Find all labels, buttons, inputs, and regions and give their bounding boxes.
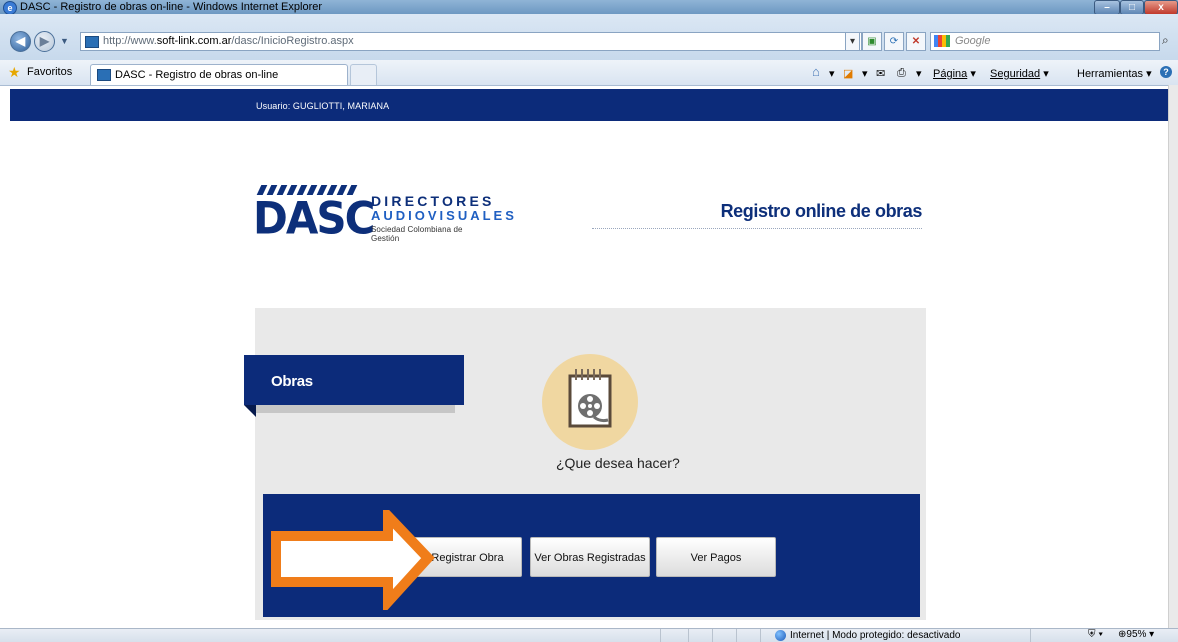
stop-icon[interactable]: ✕ bbox=[906, 32, 926, 51]
dasc-logo: DASC DIRECTORES AUDIOVISUALES Sociedad C… bbox=[253, 184, 514, 250]
logo-line-3: Sociedad Colombiana de Gestión bbox=[371, 225, 463, 243]
tab-title: DASC - Registro de obras on-line bbox=[115, 69, 279, 81]
tools-menu[interactable]: Herramientas ▾ bbox=[1077, 67, 1152, 80]
status-bar: Internet | Modo protegido: desactivado ⛨… bbox=[0, 628, 1178, 642]
page-title: Registro online de obras bbox=[720, 201, 923, 221]
favorites-button[interactable]: Favoritos bbox=[27, 66, 72, 78]
status-separator bbox=[660, 629, 661, 642]
section-tab-label: Obras bbox=[271, 373, 313, 390]
protected-mode-icon[interactable]: ⛨ ▾ bbox=[1088, 629, 1103, 640]
browser-tab[interactable]: DASC - Registro de obras on-line bbox=[90, 64, 348, 85]
internet-zone-icon bbox=[775, 630, 786, 641]
ie-logo-icon: e bbox=[3, 1, 17, 15]
zoom-control[interactable]: ⊕95% ▾ bbox=[1118, 629, 1154, 640]
mail-icon[interactable]: ✉ bbox=[876, 67, 885, 80]
favorites-star-icon[interactable]: ★ bbox=[8, 65, 21, 79]
navigation-toolbar: ◀ ▶ ▼ http://www.soft-link.com.ar/dasc/I… bbox=[0, 14, 1178, 60]
user-label: Usuario: GUGLIOTTI, MARIANA bbox=[256, 101, 390, 111]
maximize-button[interactable]: □ bbox=[1120, 0, 1144, 15]
vertical-scrollbar[interactable] bbox=[1168, 85, 1178, 628]
print-icon[interactable]: ⎙ bbox=[897, 67, 906, 80]
orange-arrow-icon bbox=[271, 510, 435, 610]
refresh-icon[interactable]: ⟳ bbox=[884, 32, 904, 51]
new-tab-button[interactable] bbox=[350, 64, 377, 85]
back-icon[interactable]: ◀ bbox=[10, 31, 31, 52]
security-zone-text[interactable]: Internet | Modo protegido: desactivado bbox=[790, 630, 960, 642]
address-bar[interactable]: http://www.soft-link.com.ar/dasc/InicioR… bbox=[80, 32, 862, 51]
tab-favicon-icon bbox=[97, 69, 111, 81]
feeds-dropdown-icon[interactable]: ▾ bbox=[862, 67, 868, 80]
favorites-bar: ★ Favoritos DASC - Registro de obras on-… bbox=[0, 60, 1178, 86]
action-prompt: ¿Que desea hacer? bbox=[556, 455, 680, 471]
logo-line-2: AUDIOVISUALES bbox=[371, 208, 517, 223]
view-registered-works-button[interactable]: Ver Obras Registradas bbox=[530, 537, 650, 577]
address-dropdown-icon[interactable]: ▾ bbox=[845, 32, 860, 51]
search-placeholder: Google bbox=[955, 35, 991, 47]
window-title-bar[interactable]: e DASC - Registro de obras on-line - Win… bbox=[0, 0, 1178, 15]
help-icon[interactable]: ? bbox=[1160, 66, 1172, 78]
user-header-bar: Usuario: GUGLIOTTI, MARIANA bbox=[10, 89, 1168, 121]
logo-line-1: DIRECTORES bbox=[371, 193, 495, 209]
section-tab-obras: Obras bbox=[244, 355, 464, 405]
google-logo-icon bbox=[934, 35, 950, 47]
close-button[interactable]: x bbox=[1144, 0, 1178, 15]
film-notebook-icon bbox=[542, 354, 638, 450]
search-input[interactable]: Google bbox=[930, 32, 1160, 51]
home-dropdown-icon[interactable]: ▾ bbox=[829, 67, 835, 80]
title-divider bbox=[592, 228, 922, 229]
status-separator bbox=[712, 629, 713, 642]
home-icon[interactable]: ⌂ bbox=[812, 64, 820, 79]
history-dropdown-icon[interactable]: ▼ bbox=[60, 36, 69, 46]
view-payments-button[interactable]: Ver Pagos bbox=[656, 537, 776, 577]
zoom-level: 95% bbox=[1126, 629, 1147, 640]
status-separator bbox=[1030, 629, 1031, 642]
status-separator bbox=[736, 629, 737, 642]
compatibility-view-icon[interactable]: ▣ bbox=[862, 32, 882, 51]
feeds-icon[interactable]: ◪ bbox=[843, 67, 853, 80]
logo-wordmark: DASC bbox=[253, 192, 375, 245]
section-tab-fold bbox=[244, 405, 256, 417]
page-menu[interactable]: Página ▾ bbox=[933, 67, 976, 80]
window-title: DASC - Registro de obras on-line - Windo… bbox=[20, 1, 323, 13]
url-text[interactable]: http://www.soft-link.com.ar/dasc/InicioR… bbox=[103, 33, 354, 50]
status-separator bbox=[760, 629, 761, 642]
status-separator bbox=[688, 629, 689, 642]
safety-menu[interactable]: Seguridad ▾ bbox=[990, 67, 1049, 80]
forward-icon[interactable]: ▶ bbox=[34, 31, 55, 52]
site-favicon-icon bbox=[85, 36, 99, 48]
print-dropdown-icon[interactable]: ▾ bbox=[916, 67, 922, 80]
minimize-button[interactable]: – bbox=[1094, 0, 1120, 15]
search-icon[interactable]: ⌕ bbox=[1162, 33, 1169, 48]
